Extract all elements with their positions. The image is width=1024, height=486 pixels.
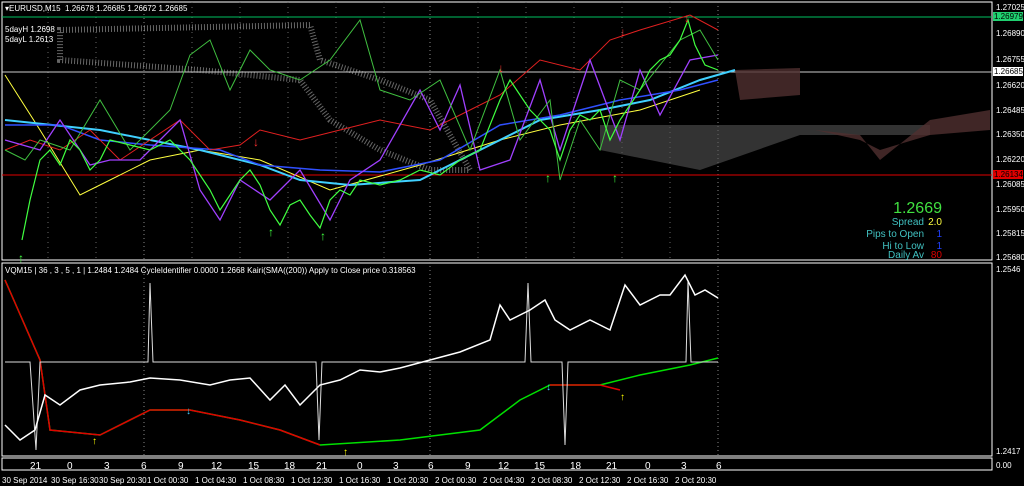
indicator-scale-zero: 0.00 <box>996 461 1012 470</box>
hour-tick: 0 <box>357 461 363 472</box>
svg-text:↓: ↓ <box>186 406 191 417</box>
svg-text:↓: ↓ <box>684 11 690 25</box>
hour-tick: 12 <box>498 461 510 472</box>
date-tick: 1 Oct 20:30 <box>387 476 429 485</box>
spread-value: 2.0 <box>928 217 942 228</box>
cycle-arrows: ↑ ↑ ↑ ↓ ↓ <box>92 382 625 458</box>
price-tick: 1.26085 <box>996 180 1024 189</box>
svg-text:↑: ↑ <box>612 171 618 185</box>
hour-tick: 18 <box>570 461 582 472</box>
svg-text:↑: ↑ <box>92 436 97 447</box>
price-tick: 1.26485 <box>996 106 1024 115</box>
date-tick: 1 Oct 08:30 <box>243 476 285 485</box>
hour-tick: 3 <box>393 461 399 472</box>
price-tick: 1.26890 <box>996 29 1024 38</box>
date-tick: 30 Sep 16:30 <box>51 476 99 485</box>
svg-text:↑: ↑ <box>268 225 274 239</box>
date-tick: 2 Oct 12:30 <box>579 476 621 485</box>
five-day-high: 5dayH 1.2698 <box>5 25 55 34</box>
price-tick: 1.26220 <box>996 155 1024 164</box>
hour-tick: 21 <box>606 461 618 472</box>
hour-tick: 12 <box>211 461 223 472</box>
svg-text:↑: ↑ <box>545 171 551 185</box>
svg-text:↑: ↑ <box>320 229 326 243</box>
chart-symbol-header: ▾EURUSD,M15 1.26678 1.26685 1.26672 1.26… <box>5 4 188 13</box>
price-tick: 1.27025 <box>996 3 1024 12</box>
svg-text:↑: ↑ <box>620 392 625 403</box>
hour-tick: 0 <box>645 461 651 472</box>
hour-tick: 21 <box>30 461 42 472</box>
hour-tick: 15 <box>534 461 546 472</box>
date-tick: 1 Oct 16:30 <box>339 476 381 485</box>
line-green <box>4 18 719 181</box>
ichimoku-cloud <box>57 21 476 173</box>
ohlc-values: 1.26678 1.26685 1.26672 1.26685 <box>65 4 188 13</box>
svg-text:↑: ↑ <box>343 447 348 458</box>
svg-text:↓: ↓ <box>620 25 626 39</box>
high-price-tag: 1.26979 <box>993 12 1023 21</box>
price-tick: 1.25815 <box>996 229 1024 238</box>
price-tick: 1.25950 <box>996 205 1024 214</box>
svg-text:↓: ↓ <box>253 135 259 149</box>
hour-tick: 9 <box>465 461 471 472</box>
svg-text:↓: ↓ <box>546 382 551 393</box>
date-tick: 1 Oct 04:30 <box>195 476 237 485</box>
price-tick: 1.26620 <box>996 81 1024 90</box>
hour-tick: 15 <box>248 461 260 472</box>
hour-tick: 6 <box>716 461 722 472</box>
svg-text:↓: ↓ <box>498 61 504 75</box>
cycle-red-segment <box>550 384 621 391</box>
daily-value: 80 <box>930 250 942 261</box>
date-tick: 2 Oct 00:30 <box>435 476 477 485</box>
hour-tick: 9 <box>178 461 184 472</box>
svg-text:↑: ↑ <box>18 251 24 265</box>
pips-label: Pips to Open <box>866 229 924 240</box>
kairi-line <box>4 273 719 441</box>
date-tick: 1 Oct 00:30 <box>147 476 189 485</box>
hours-strip <box>1 457 993 471</box>
indicator-title: VQM15 | 36 , 3 , 5 , 1 | 1.2484 1.2484 C… <box>5 266 416 275</box>
date-tick: 2 Oct 08:30 <box>531 476 573 485</box>
hour-tick: 3 <box>104 461 110 472</box>
date-tick: 1 Oct 12:30 <box>291 476 333 485</box>
hour-tick: 3 <box>681 461 687 472</box>
bid-price-tag: 1.26685 <box>993 67 1023 76</box>
date-tick: 2 Oct 16:30 <box>627 476 669 485</box>
hour-tick: 18 <box>284 461 296 472</box>
hour-tick: 0 <box>67 461 73 472</box>
spread-label: Spread <box>891 217 924 228</box>
price-tick: 1.26350 <box>996 130 1024 139</box>
cycle-spikes <box>5 279 718 451</box>
date-tick: 30 Sep 20:30 <box>99 476 147 485</box>
date-tick: 2 Oct 20:30 <box>675 476 717 485</box>
current-price: 1.2669 <box>893 200 942 217</box>
hour-tick: 6 <box>141 461 147 472</box>
five-day-low: 5dayL 1.2613 <box>5 35 54 44</box>
cloud-future-red <box>735 68 990 160</box>
pips-value: 1 <box>936 229 942 240</box>
price-tick: 1.25680 <box>996 253 1024 262</box>
date-tick: 30 Sep 2014 <box>2 476 48 485</box>
cloud-future-gray <box>600 125 930 170</box>
price-tick: 1.26755 <box>996 55 1024 64</box>
indicator-scale-top: 1.2546 <box>996 265 1021 274</box>
chart-canvas[interactable]: ↑ ↑ ↑ ↑ ↑ ↓ ↓ ↓ ↓ ↑ ↑ ↑ ↓ ↓ <box>0 0 1024 486</box>
indicator-scale-bottom: 1.2417 <box>996 447 1021 456</box>
date-tick: 2 Oct 04:30 <box>483 476 525 485</box>
hour-tick: 6 <box>428 461 434 472</box>
symbol: EURUSD,M15 <box>9 4 61 13</box>
low-price-tag: 1.26134 <box>993 170 1023 179</box>
daily-label: Daily Av <box>888 250 924 261</box>
hour-tick: 21 <box>316 461 328 472</box>
